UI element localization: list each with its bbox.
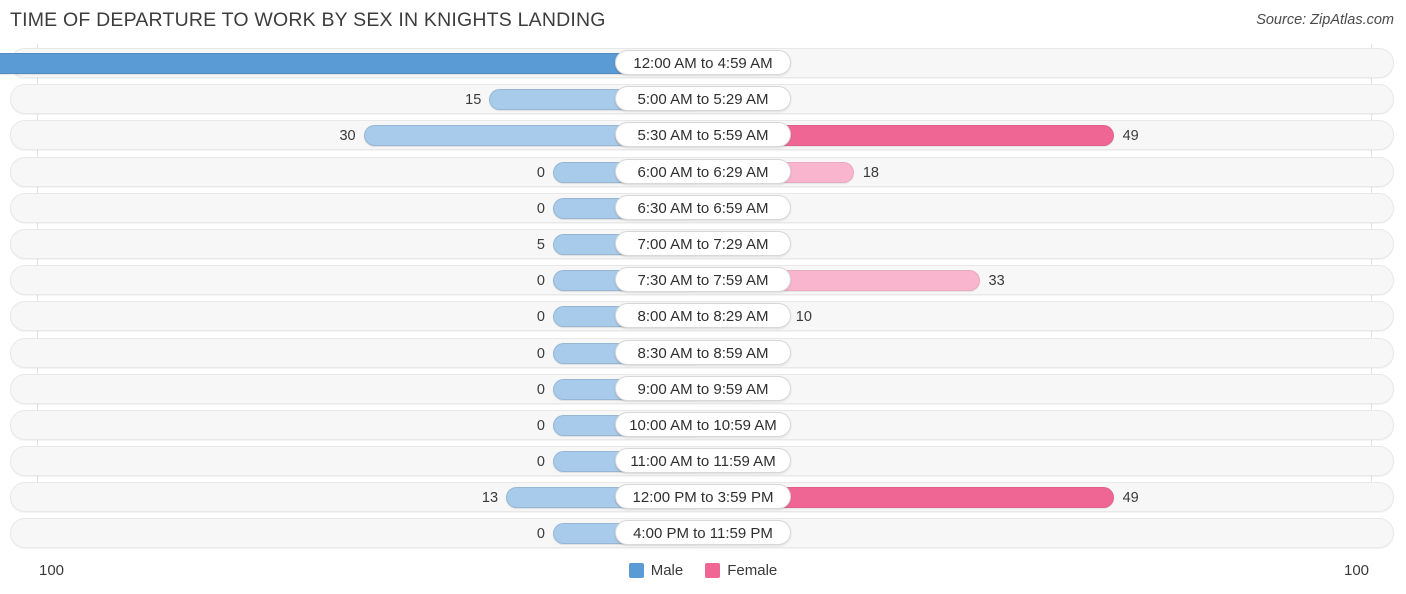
chart-header: TIME OF DEPARTURE TO WORK BY SEX IN KNIG… <box>0 0 1406 44</box>
bar-row: 1505:00 AM to 5:29 AM <box>0 82 1406 118</box>
bar-row: 0 33 7:30 AM to 7:59 AM <box>0 263 1406 299</box>
chart-plot-area: 86012:00 AM to 4:59 AM1505:00 AM to 5:29… <box>0 44 1406 552</box>
legend-label: Female <box>727 562 778 579</box>
value-label-male: 0 <box>536 454 545 471</box>
page-title: TIME OF DEPARTURE TO WORK BY SEX IN KNIG… <box>10 9 606 31</box>
bar-row: 86012:00 AM to 4:59 AM <box>0 46 1406 82</box>
legend-item[interactable]: Male <box>628 562 684 579</box>
chart-footer: 100 100 Male Female <box>0 552 1406 594</box>
legend-item[interactable]: Female <box>705 562 777 579</box>
category-label: 8:30 AM to 8:59 AM <box>615 339 791 365</box>
category-label: 9:00 AM to 9:59 AM <box>615 375 791 401</box>
bar-male[interactable] <box>0 53 703 74</box>
value-label-female: 33 <box>988 273 1005 290</box>
legend-swatch-icon <box>628 563 644 578</box>
category-label: 10:00 AM to 10:59 AM <box>615 411 791 437</box>
bar-row: 13 49 12:00 PM to 3:59 PM <box>0 480 1406 516</box>
bar-row: 008:30 AM to 8:59 AM <box>0 336 1406 372</box>
value-label-female: 49 <box>1122 128 1139 145</box>
value-label-male: 0 <box>536 309 545 326</box>
bar-row: 0 10 8:00 AM to 8:29 AM <box>0 299 1406 335</box>
category-label: 5:30 AM to 5:59 AM <box>615 122 791 148</box>
value-label-male: 5 <box>536 236 545 253</box>
value-label-male: 30 <box>339 128 356 145</box>
value-label-female: 10 <box>795 309 812 326</box>
legend-swatch-icon <box>705 563 721 578</box>
bar-row: 0 18 6:00 AM to 6:29 AM <box>0 155 1406 191</box>
category-label: 4:00 PM to 11:59 PM <box>615 520 791 546</box>
value-label-male: 0 <box>536 417 545 434</box>
bar-row: 004:00 PM to 11:59 PM <box>0 516 1406 552</box>
bar-row: 0011:00 AM to 11:59 AM <box>0 444 1406 480</box>
value-label-male: 0 <box>536 164 545 181</box>
category-label: 6:00 AM to 6:29 AM <box>615 158 791 184</box>
bar-row: 0010:00 AM to 10:59 AM <box>0 408 1406 444</box>
bar-row: 30 49 5:30 AM to 5:59 AM <box>0 118 1406 154</box>
category-label: 11:00 AM to 11:59 AM <box>615 448 791 474</box>
value-label-female: 49 <box>1122 490 1139 507</box>
bar-row: 006:30 AM to 6:59 AM <box>0 191 1406 227</box>
value-label-male: 0 <box>536 381 545 398</box>
value-label-male: 13 <box>481 490 499 507</box>
bar-row: 009:00 AM to 9:59 AM <box>0 372 1406 408</box>
category-label: 6:30 AM to 6:59 AM <box>615 194 791 220</box>
category-label: 7:30 AM to 7:59 AM <box>615 267 791 293</box>
category-label: 8:00 AM to 8:29 AM <box>615 303 791 329</box>
category-label: 12:00 AM to 4:59 AM <box>615 50 791 75</box>
value-label-male: 0 <box>536 200 545 217</box>
category-label: 12:00 PM to 3:59 PM <box>615 484 791 510</box>
category-label: 7:00 AM to 7:29 AM <box>615 230 791 256</box>
value-label-male: 0 <box>536 526 545 543</box>
legend-label: Male <box>650 562 684 579</box>
value-label-male: 0 <box>536 273 545 290</box>
value-label-female: 18 <box>862 164 879 181</box>
value-label-male: 15 <box>465 92 482 109</box>
value-label-male: 0 <box>536 345 545 362</box>
category-label: 5:00 AM to 5:29 AM <box>615 86 791 112</box>
bar-rows-container: 86012:00 AM to 4:59 AM1505:00 AM to 5:29… <box>0 46 1406 553</box>
chart-legend: Male Female <box>0 562 1406 579</box>
source-attribution: Source: ZipAtlas.com <box>1256 12 1394 28</box>
bar-row: 507:00 AM to 7:29 AM <box>0 227 1406 263</box>
